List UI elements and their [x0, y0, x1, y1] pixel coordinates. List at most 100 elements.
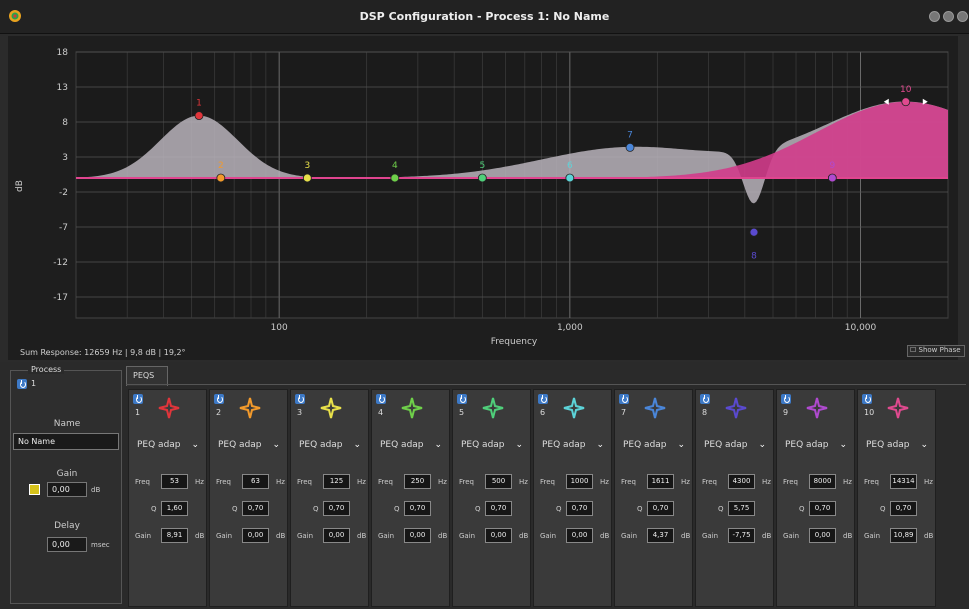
gain-input[interactable]: 10,89	[890, 528, 917, 543]
gain-input[interactable]: 0,00	[242, 528, 269, 543]
gain-label: Gain	[540, 532, 557, 540]
freq-input[interactable]: 4300	[728, 474, 755, 489]
gain-input[interactable]: 0,00	[566, 528, 593, 543]
gain-input[interactable]: -7,75	[728, 528, 755, 543]
show-phase-checkbox[interactable]: ☐ Show Phase	[907, 345, 965, 357]
band-handle-label: 2	[218, 161, 224, 171]
freq-row: Freq 8000 Hz	[779, 474, 856, 490]
q-label: Q	[475, 505, 481, 513]
filter-type-select[interactable]: PEQ adap ⌄	[704, 440, 768, 456]
minimize-button[interactable]	[929, 11, 940, 22]
band-handle-5[interactable]	[477, 173, 487, 183]
process-power-icon[interactable]	[17, 379, 27, 389]
band-power-icon[interactable]	[700, 394, 710, 404]
filter-type-select[interactable]: PEQ adap ⌄	[137, 440, 201, 456]
peq-bands-container: 1 PEQ adap ⌄ Freq 53 Hz Q 1,60 Gain 8,91 dB 2 PEQ ad…	[126, 384, 966, 607]
delay-unit: msec	[91, 541, 110, 549]
q-input[interactable]: 0,70	[566, 501, 593, 516]
filter-type-select[interactable]: PEQ adap ⌄	[299, 440, 363, 456]
band-handle-3[interactable]	[302, 173, 312, 183]
freq-input[interactable]: 1000	[566, 474, 593, 489]
maximize-button[interactable]	[943, 11, 954, 22]
band-handle-2[interactable]	[216, 173, 226, 183]
band-power-icon[interactable]	[781, 394, 791, 404]
band-power-icon[interactable]	[457, 394, 467, 404]
band-handle-7[interactable]	[625, 143, 635, 152]
process-name-field[interactable]: No Name	[13, 433, 119, 450]
band-handle-8[interactable]	[749, 227, 759, 237]
band-number: 10	[864, 408, 875, 417]
gain-unit: dB	[924, 532, 934, 540]
band-power-icon[interactable]	[214, 394, 224, 404]
filter-type-select[interactable]: PEQ adap ⌄	[623, 440, 687, 456]
q-input[interactable]: 0,70	[404, 501, 431, 516]
gain-input[interactable]: 4,37	[647, 528, 674, 543]
chevron-down-icon: ⌄	[677, 440, 685, 450]
gain-input[interactable]: 8,91	[161, 528, 188, 543]
q-input[interactable]: 5,75	[728, 501, 755, 516]
freq-input[interactable]: 250	[404, 474, 431, 489]
freq-unit: Hz	[519, 478, 528, 486]
band-power-icon[interactable]	[133, 394, 143, 404]
gain-input[interactable]: 0,00	[404, 528, 431, 543]
band-handle-10[interactable]	[901, 97, 911, 107]
process-gain-field[interactable]: 0,00	[47, 482, 87, 497]
band-handle-label: 4	[392, 161, 398, 171]
freq-input[interactable]: 500	[485, 474, 512, 489]
filter-type-select[interactable]: PEQ adap ⌄	[542, 440, 606, 456]
name-label: Name	[53, 419, 81, 429]
process-legend: Process	[28, 365, 65, 374]
band-power-icon[interactable]	[295, 394, 305, 404]
filter-type-select[interactable]: PEQ adap ⌄	[218, 440, 282, 456]
gain-unit: dB	[438, 532, 448, 540]
gain-unit: dB	[843, 532, 853, 540]
gain-label: Gain	[135, 532, 152, 540]
q-input[interactable]: 0,70	[809, 501, 836, 516]
band-handle-9[interactable]	[827, 173, 837, 183]
band-handle-4[interactable]	[390, 173, 400, 183]
freq-input[interactable]: 8000	[809, 474, 836, 489]
freq-input[interactable]: 125	[323, 474, 350, 489]
freq-input[interactable]: 14314	[890, 474, 917, 489]
band-power-icon[interactable]	[619, 394, 629, 404]
band-power-icon[interactable]	[376, 394, 386, 404]
tab-peqs[interactable]: PEQS	[126, 366, 168, 386]
freq-label: Freq	[216, 478, 231, 486]
gain-lock-icon[interactable]	[29, 484, 40, 495]
q-input[interactable]: 0,70	[890, 501, 917, 516]
gain-input[interactable]: 0,00	[323, 528, 350, 543]
q-input[interactable]: 0,70	[323, 501, 350, 516]
freq-input[interactable]: 1611	[647, 474, 674, 489]
close-button[interactable]	[957, 11, 968, 22]
filter-type-select[interactable]: PEQ adap ⌄	[461, 440, 525, 456]
band-power-icon[interactable]	[862, 394, 872, 404]
eq-response-graph[interactable]: 181383-2-7-12-17dB100 1,000 10,000Frequenc…	[8, 36, 958, 360]
q-row: Q 0,70	[212, 501, 289, 517]
gain-input[interactable]: 0,00	[485, 528, 512, 543]
q-input[interactable]: 0,70	[242, 501, 269, 516]
peq-band-5: 5 PEQ adap ⌄ Freq 500 Hz Q 0,70 Gain 0,00 dB	[452, 389, 531, 607]
gain-input[interactable]: 0,00	[809, 528, 836, 543]
filter-shape-icon	[563, 397, 585, 419]
filter-type-select[interactable]: PEQ adap ⌄	[866, 440, 930, 456]
band-handle-6[interactable]	[565, 173, 575, 183]
gain-row: Gain 0,00 dB	[536, 528, 613, 544]
q-label: Q	[880, 505, 886, 513]
process-delay-field[interactable]: 0,00	[47, 537, 87, 552]
peq-band-1: 1 PEQ adap ⌄ Freq 53 Hz Q 1,60 Gain 8,91 dB	[128, 389, 207, 607]
chevron-down-icon: ⌄	[434, 440, 442, 450]
q-input[interactable]: 1,60	[161, 501, 188, 516]
y-tick-label: 3	[62, 153, 68, 163]
q-input[interactable]: 0,70	[485, 501, 512, 516]
peq-band-8: 8 PEQ adap ⌄ Freq 4300 Hz Q 5,75 Gain -7,75 dB	[695, 389, 774, 607]
q-input[interactable]: 0,70	[647, 501, 674, 516]
filter-type-select[interactable]: PEQ adap ⌄	[380, 440, 444, 456]
band-handle-1[interactable]	[194, 111, 204, 121]
freq-input[interactable]: 63	[242, 474, 269, 489]
freq-input[interactable]: 53	[161, 474, 188, 489]
band-number: 5	[459, 408, 465, 417]
freq-label: Freq	[378, 478, 393, 486]
band-power-icon[interactable]	[538, 394, 548, 404]
filter-type-select[interactable]: PEQ adap ⌄	[785, 440, 849, 456]
y-tick-label: -17	[53, 293, 68, 303]
